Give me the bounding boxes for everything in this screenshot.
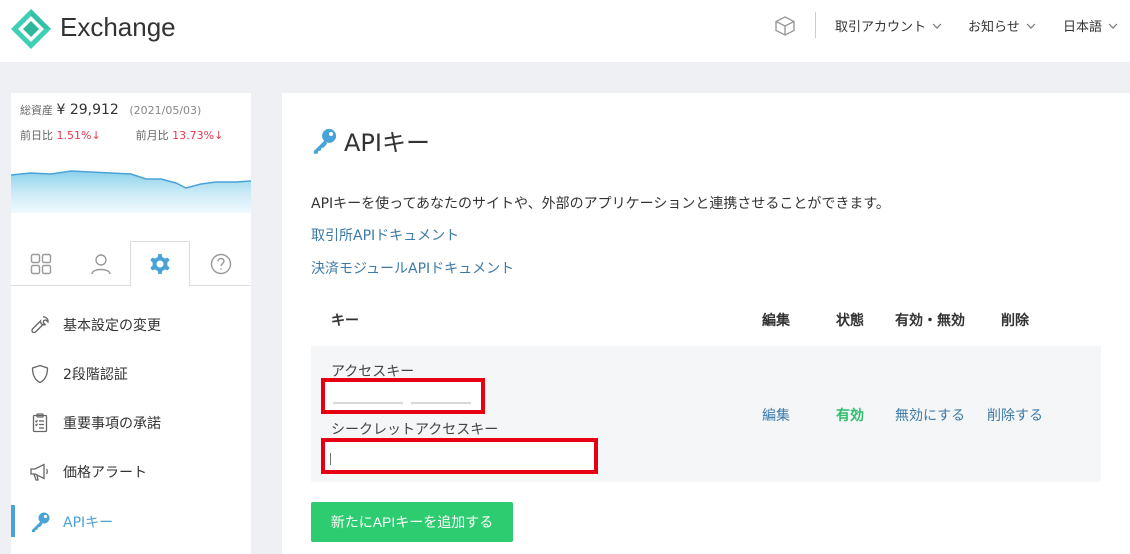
header-divider (815, 12, 816, 38)
add-api-key-button[interactable]: 新たにAPIキーを追加する (311, 502, 513, 542)
menu-trading-account-label: 取引アカウント (835, 20, 927, 35)
header-edit: 編集 (762, 313, 790, 329)
sidebar-item-label: APIキー (63, 514, 114, 531)
month-change-value: 13.73%↓ (172, 129, 224, 142)
sidebar-item-label: 重要事項の承諾 (63, 415, 161, 432)
clipboard-icon (29, 412, 51, 434)
month-change-label: 前月比 (135, 129, 169, 142)
grid-icon (30, 253, 52, 274)
wrench-icon (29, 314, 51, 336)
chevron-down-icon (932, 23, 942, 29)
tab-settings[interactable] (130, 241, 190, 287)
main-panel: APIキー APIキーを使ってあなたのサイトや、外部のアプリケーションと連携させ… (282, 93, 1130, 554)
user-icon (91, 253, 111, 274)
key-icon (29, 511, 51, 533)
header-key: キー (331, 313, 359, 329)
tab-account[interactable] (71, 241, 131, 286)
menu-language[interactable]: 日本語 (1063, 16, 1118, 35)
redacted-text (333, 402, 403, 404)
cube-icon[interactable] (774, 15, 796, 37)
sidebar-item-label: 2段階認証 (63, 366, 128, 383)
day-change-value: 1.51%↓ (56, 129, 101, 142)
day-change-label: 前日比 (20, 129, 53, 142)
asset-summary: 総資産 ¥ 29,912 (2021/05/03) (20, 102, 201, 118)
status-badge: 有効 (836, 408, 864, 424)
page-description: APIキーを使ってあなたのサイトや、外部のアプリケーションと連携させることができ… (311, 196, 890, 212)
chevron-down-icon (1026, 23, 1036, 29)
exchange-api-docs-link[interactable]: 取引所APIドキュメント (311, 225, 459, 245)
sidebar-item-agreements[interactable]: 重要事項の承諾 (11, 398, 251, 447)
megaphone-icon (29, 461, 51, 483)
key-icon (313, 128, 337, 154)
payment-api-docs-link[interactable]: 決済モジュールAPIドキュメント (311, 258, 514, 278)
text-cursor (330, 453, 331, 465)
menu-language-label: 日本語 (1063, 20, 1103, 35)
help-icon (210, 253, 232, 274)
menu-notices-label: お知らせ (968, 20, 1020, 35)
assets-date: (2021/05/03) (129, 104, 202, 117)
gear-icon (150, 254, 170, 274)
tab-dashboard[interactable] (11, 241, 71, 286)
tab-help[interactable] (191, 241, 251, 286)
chevron-down-icon (1108, 23, 1118, 29)
shield-icon (29, 363, 51, 385)
header-toggle: 有効・無効 (895, 313, 965, 329)
secret-key-value-redacted[interactable] (321, 438, 598, 474)
header-status: 状態 (836, 313, 864, 329)
disable-key-link[interactable]: 無効にする (895, 405, 965, 425)
page-title-wrap: APIキー (310, 123, 430, 158)
api-key-table-header: キー 編集 状態 有効・無効 削除 (311, 305, 1101, 345)
sidebar-item-api-key[interactable]: APIキー (11, 497, 251, 546)
menu-notices[interactable]: お知らせ (968, 16, 1036, 35)
sidebar: 総資産 ¥ 29,912 (2021/05/03) 前日比 1.51%↓ 前月比… (11, 93, 251, 554)
sidebar-item-label: 価格アラート (63, 464, 147, 481)
brand-name[interactable]: Exchange (60, 12, 176, 43)
menu-trading-account[interactable]: 取引アカウント (835, 16, 942, 35)
delete-key-link[interactable]: 削除する (987, 405, 1043, 425)
api-key-row: アクセスキー シークレットアクセスキー 編集 有効 無効にする 削除する (311, 346, 1101, 482)
sidebar-item-basic-settings[interactable]: 基本設定の変更 (11, 300, 251, 349)
sidebar-item-price-alert[interactable]: 価格アラート (11, 447, 251, 496)
header-delete: 削除 (1001, 313, 1029, 329)
sidebar-tabs (11, 241, 251, 287)
top-header: Exchange 取引アカウント お知らせ 日本語 (0, 0, 1130, 62)
page-title: APIキー (344, 129, 430, 157)
total-assets-value: ¥ 29,912 (56, 102, 119, 118)
sidebar-item-label: 基本設定の変更 (63, 317, 161, 334)
edit-key-link[interactable]: 編集 (762, 405, 790, 425)
secret-key-label: シークレットアクセスキー (331, 422, 499, 438)
exchange-logo-icon[interactable] (10, 8, 52, 50)
asset-sparkline (11, 170, 251, 213)
access-key-value-redacted[interactable] (321, 378, 485, 414)
asset-change: 前日比 1.51%↓ 前月比 13.73%↓ (20, 127, 223, 143)
redacted-text (411, 402, 471, 404)
total-assets-label: 総資産 (20, 104, 53, 117)
sidebar-item-two-factor[interactable]: 2段階認証 (11, 349, 251, 398)
